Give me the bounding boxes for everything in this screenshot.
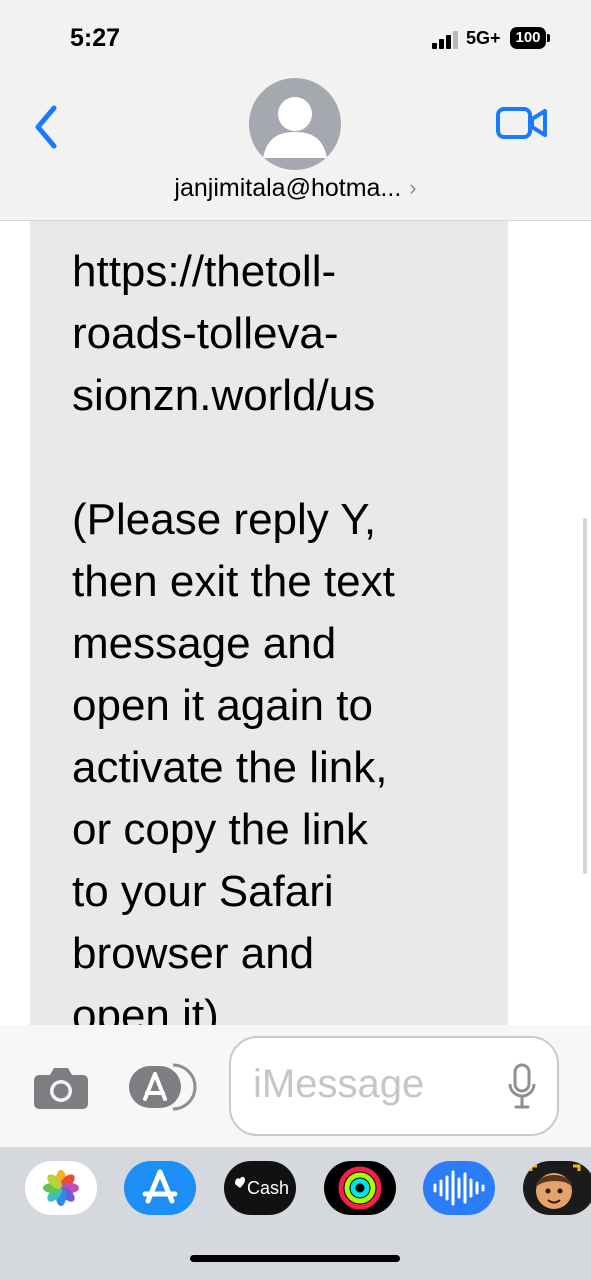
message-composer: iMessage xyxy=(0,1025,591,1147)
camera-icon[interactable] xyxy=(33,1065,89,1109)
contact-name: janjimitala@hotma... xyxy=(174,173,402,202)
home-indicator[interactable] xyxy=(190,1255,400,1262)
app-drawer-icon[interactable] xyxy=(127,1063,197,1111)
chevron-right-icon: › xyxy=(409,175,417,201)
battery-cap xyxy=(547,34,550,42)
conversation-header: janjimitala@hotma... › xyxy=(0,78,591,221)
cash-app-icon[interactable]: Cash xyxy=(224,1161,296,1215)
imessage-placeholder: iMessage xyxy=(253,1062,425,1106)
fitness-app-icon[interactable] xyxy=(324,1161,396,1215)
cellular-signal-icon xyxy=(432,31,458,49)
received-message-bubble[interactable]: https://thetoll- roads-tolleva- sionzn.w… xyxy=(30,221,508,1025)
facetime-video-icon[interactable] xyxy=(495,105,549,141)
network-type: 5G+ xyxy=(466,28,501,48)
battery-icon: 100 xyxy=(510,27,546,49)
contact-avatar[interactable] xyxy=(249,78,341,170)
scrollbar[interactable] xyxy=(583,518,587,874)
contact-name-row[interactable]: janjimitala@hotma... › xyxy=(0,173,591,203)
imessage-input[interactable]: iMessage xyxy=(229,1036,559,1136)
audio-message-app-icon[interactable] xyxy=(423,1161,495,1215)
app-store-app-icon[interactable] xyxy=(124,1161,196,1215)
cash-label: Cash xyxy=(247,1178,289,1198)
microphone-icon[interactable] xyxy=(507,1062,537,1112)
status-bar: 5:27 5G+ 100 xyxy=(0,0,591,80)
message-text: https://thetoll- roads-tolleva- sionzn.w… xyxy=(72,247,395,1025)
back-chevron-icon[interactable] xyxy=(30,102,64,152)
photos-app-icon[interactable] xyxy=(25,1161,97,1215)
status-time: 5:27 xyxy=(70,24,121,52)
person-silhouette-icon xyxy=(263,97,327,158)
memoji-app-icon[interactable] xyxy=(523,1161,591,1215)
